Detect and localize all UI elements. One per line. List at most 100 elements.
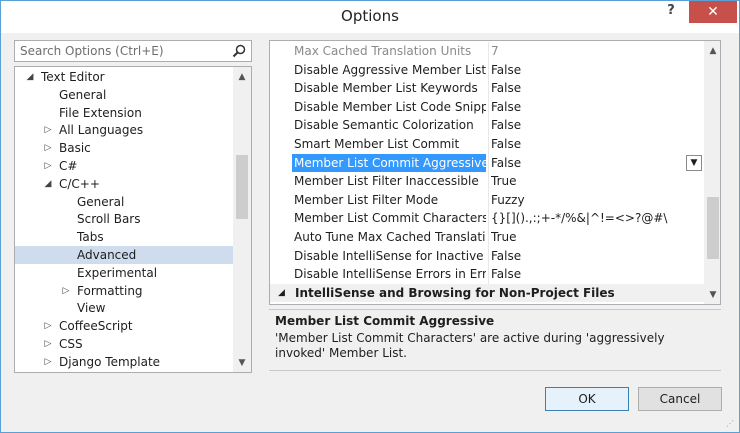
tree-scrollbar[interactable]: ▲ ▼ xyxy=(233,67,251,372)
property-row[interactable]: Member List Commit Aggressive False ▼ xyxy=(270,153,704,173)
tree-item-label: Scroll Bars xyxy=(77,212,141,227)
property-value[interactable]: False xyxy=(491,61,701,79)
property-row[interactable]: Max Cached Translation Units 7 xyxy=(270,42,704,61)
tree-item[interactable]: ▷ C# xyxy=(15,157,233,175)
property-category[interactable]: ◢ IntelliSense and Browsing for Non-Proje… xyxy=(270,283,704,302)
tree-item-label: Django Template xyxy=(59,354,161,369)
property-row[interactable]: Disable Member List Keywords False xyxy=(270,79,704,98)
property-row[interactable]: Smart Member List Commit False xyxy=(270,135,704,154)
column-divider xyxy=(488,228,489,247)
property-value[interactable]: True xyxy=(491,228,701,246)
expand-arrow-icon[interactable]: ▷ xyxy=(43,121,53,139)
property-name: Disable IntelliSense Errors in Error Lis… xyxy=(294,267,486,282)
property-name: Disable Semantic Colorization xyxy=(294,118,474,133)
chevron-down-icon[interactable]: ▼ xyxy=(704,287,720,303)
property-row[interactable]: Disable IntelliSense for Inactive Share F… xyxy=(270,246,704,266)
tree-item[interactable]: General xyxy=(15,86,233,104)
tree-scroll-thumb[interactable] xyxy=(236,155,248,219)
tree-item-label: C/C++ xyxy=(59,176,100,191)
column-divider xyxy=(488,153,489,173)
column-divider xyxy=(488,265,489,284)
tree-item[interactable]: Tabs xyxy=(15,228,233,246)
property-row[interactable]: Disable Semantic Colorization False xyxy=(270,116,704,135)
column-divider xyxy=(488,79,489,98)
tree-item[interactable]: View xyxy=(15,299,233,317)
grid-scroll-thumb[interactable] xyxy=(707,197,719,259)
property-value[interactable]: False xyxy=(491,98,701,116)
property-name: Disable Member List Code Snippets xyxy=(294,99,486,114)
chevron-down-icon[interactable]: ▼ xyxy=(233,355,251,371)
property-row[interactable]: Member List Filter Mode Fuzzy xyxy=(270,190,704,210)
property-name: Auto Tune Max Cached Translation U xyxy=(294,230,486,244)
property-value[interactable]: False xyxy=(491,247,701,265)
property-name: Disable Aggressive Member List xyxy=(294,62,486,77)
expand-arrow-icon[interactable]: ▷ xyxy=(43,353,53,371)
property-value[interactable]: False xyxy=(491,154,701,172)
property-value[interactable]: False xyxy=(491,135,701,153)
description-text: 'Member List Commit Characters' are acti… xyxy=(275,331,665,360)
chevron-up-icon[interactable]: ▲ xyxy=(233,69,251,85)
tree-item-label: Tabs xyxy=(77,230,104,245)
tree-item-label: Formatting xyxy=(77,283,143,298)
tree-item[interactable]: ▷ Django Template xyxy=(15,353,233,371)
column-divider xyxy=(488,60,489,80)
collapse-arrow-icon[interactable]: ◢ xyxy=(43,175,53,193)
expand-arrow-icon[interactable]: ▷ xyxy=(43,335,53,353)
expand-arrow-icon[interactable]: ▷ xyxy=(61,282,71,300)
tree-item[interactable]: Experimental xyxy=(15,264,233,282)
property-value[interactable]: False xyxy=(491,265,701,283)
tree-item-label: CSS xyxy=(59,337,83,351)
tree-item[interactable]: ▷ All Languages xyxy=(15,121,233,139)
column-divider xyxy=(488,246,489,266)
property-value[interactable]: 7 xyxy=(491,42,701,60)
tree-item[interactable]: ▷ CoffeeScript xyxy=(15,317,233,335)
collapse-arrow-icon[interactable]: ◢ xyxy=(25,68,35,86)
tree-item-label: View xyxy=(77,301,106,316)
property-value[interactable]: True xyxy=(491,172,701,190)
description-title: Member List Commit Aggressive xyxy=(275,314,495,328)
property-row[interactable]: Disable IntelliSense Errors in Error Lis… xyxy=(270,265,704,284)
property-row[interactable]: Member List Commit Characters {}[]().,:;+… xyxy=(270,209,704,228)
title-bar: Options ? ✕ xyxy=(1,1,739,33)
tree-item[interactable]: Scroll Bars xyxy=(15,210,233,228)
tree-item[interactable]: ▷ Formatting xyxy=(15,282,233,300)
grid-scrollbar[interactable]: ▲ ▼ xyxy=(704,41,720,304)
column-divider xyxy=(488,135,489,154)
expand-arrow-icon[interactable]: ▷ xyxy=(43,157,53,175)
tree-item-label: All Languages xyxy=(59,123,144,138)
property-row[interactable]: Member List Filter Inaccessible True xyxy=(270,172,704,191)
description-panel: Member List Commit Aggressive 'Member Li… xyxy=(269,309,721,371)
help-button[interactable]: ? xyxy=(659,3,683,23)
dropdown-arrow-icon[interactable]: ▼ xyxy=(686,154,702,171)
tree-item-label: Basic xyxy=(59,141,91,156)
column-divider xyxy=(488,116,489,135)
tree-item[interactable]: ◢ C/C++ xyxy=(15,175,233,193)
resize-grip-icon[interactable]: ⋰ xyxy=(726,419,736,429)
tree-item[interactable]: General xyxy=(15,193,233,211)
tree-item[interactable]: ▷ Basic xyxy=(15,139,233,157)
property-row[interactable]: Disable Aggressive Member List False xyxy=(270,60,704,80)
tree-item[interactable]: File Extension xyxy=(15,104,233,122)
tree-item[interactable]: Advanced xyxy=(15,246,233,264)
property-row[interactable]: Auto Tune Max Cached Translation U True xyxy=(270,228,704,247)
expand-arrow-icon[interactable]: ▷ xyxy=(43,317,53,335)
tree-item-label: CoffeeScript xyxy=(59,319,133,334)
column-divider xyxy=(488,190,489,210)
property-value[interactable]: {}[]().,:;+-*/%&|^!=<>?@#\ xyxy=(491,209,701,227)
property-name: Smart Member List Commit xyxy=(294,137,460,151)
column-divider xyxy=(488,172,489,191)
search-input[interactable]: Search Options (Ctrl+E) xyxy=(14,40,252,62)
chevron-up-icon[interactable]: ▲ xyxy=(704,43,720,59)
property-value[interactable]: False xyxy=(491,79,701,97)
collapse-arrow-icon[interactable]: ◢ xyxy=(278,284,285,302)
cancel-button[interactable]: Cancel xyxy=(638,387,722,411)
close-button[interactable]: ✕ xyxy=(689,1,737,23)
tree-item[interactable]: ▷ CSS xyxy=(15,335,233,353)
property-value[interactable]: Fuzzy xyxy=(491,191,701,209)
property-value[interactable]: False xyxy=(491,116,701,134)
ok-button[interactable]: OK xyxy=(545,387,629,411)
tree-item[interactable]: ◢ Text Editor xyxy=(15,68,233,86)
property-row[interactable]: Disable Member List Code Snippets False xyxy=(270,97,704,117)
expand-arrow-icon[interactable]: ▷ xyxy=(43,139,53,157)
search-icon[interactable] xyxy=(232,44,246,58)
